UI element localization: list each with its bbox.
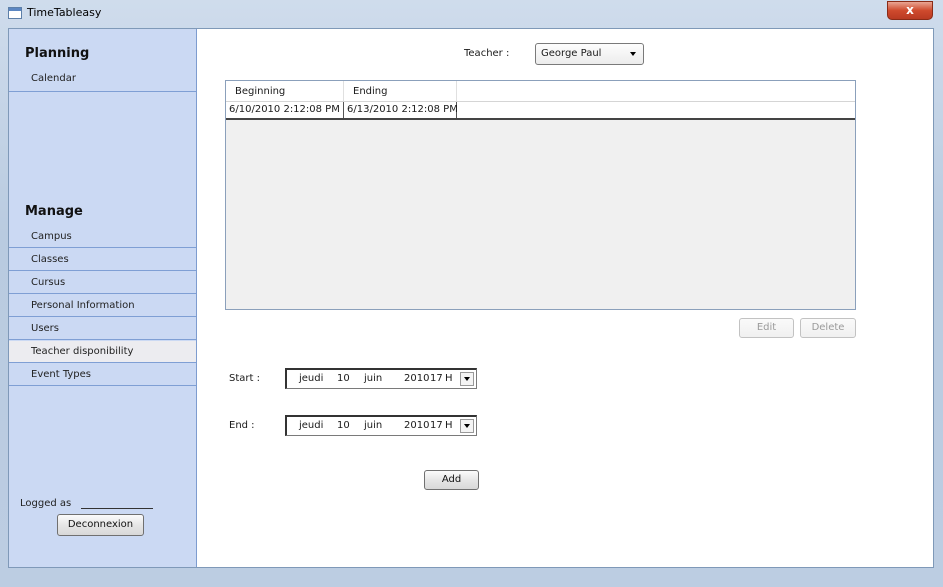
teacher-select-value: George Paul (541, 48, 602, 59)
sidebar-item-classes[interactable]: Classes (9, 249, 196, 271)
table-row[interactable]: 6/10/2010 2:12:08 PM 6/13/2010 2:12:08 P… (226, 102, 855, 120)
sidebar-item-event-types[interactable]: Event Types (9, 364, 196, 386)
planning-section-title: Planning (25, 46, 90, 61)
start-hour-suffix: H (445, 373, 453, 384)
start-date-dropdown-button[interactable] (460, 372, 474, 386)
application-window: TimeTableasy x Planning Calendar Manage … (0, 0, 943, 587)
sidebar-item-personal-information[interactable]: Personal Information (9, 295, 196, 317)
add-button[interactable]: Add (424, 470, 479, 490)
client-area: Planning Calendar Manage Campus Classes … (8, 28, 934, 568)
end-date-dropdown-button[interactable] (460, 419, 474, 433)
sidebar-item-calendar[interactable]: Calendar (9, 68, 196, 92)
title-bar: TimeTableasy x (0, 0, 943, 28)
sidebar-item-campus[interactable]: Campus (9, 226, 196, 248)
end-hour-suffix: H (445, 420, 453, 431)
end-label: End : (229, 420, 255, 431)
start-hour: 17 (430, 373, 443, 384)
start-year: 2010 (404, 373, 430, 384)
end-weekday: jeudi (299, 420, 324, 431)
start-month: juin (364, 373, 383, 384)
chevron-down-icon (630, 52, 636, 56)
start-label: Start : (229, 373, 260, 384)
column-header-ending[interactable]: Ending (344, 81, 457, 101)
edit-button[interactable]: Edit (739, 318, 794, 338)
manage-section-title: Manage (25, 204, 83, 219)
delete-button[interactable]: Delete (800, 318, 856, 338)
end-month: juin (364, 420, 383, 431)
grid-header: Beginning Ending (226, 81, 855, 102)
cell-ending: 6/13/2010 2:12:08 PM (344, 102, 458, 118)
end-hour: 17 (430, 420, 443, 431)
sidebar-item-cursus[interactable]: Cursus (9, 272, 196, 294)
logged-as-label: Logged as (20, 498, 72, 509)
end-date-picker[interactable]: jeudi 10 juin 2010 17 H (285, 415, 477, 436)
sidebar-item-users[interactable]: Users (9, 318, 196, 340)
logged-user-field (81, 508, 153, 509)
logout-button[interactable]: Deconnexion (57, 514, 144, 536)
cell-beginning: 6/10/2010 2:12:08 PM (226, 102, 344, 118)
window-title: TimeTableasy (27, 6, 102, 19)
close-button[interactable]: x (887, 1, 933, 20)
disponibility-grid[interactable]: Beginning Ending 6/10/2010 2:12:08 PM 6/… (225, 80, 856, 310)
app-window-icon (8, 7, 22, 19)
sidebar-item-teacher-disponibility[interactable]: Teacher disponibility (9, 341, 196, 363)
teacher-label: Teacher : (464, 48, 510, 59)
start-date-picker[interactable]: jeudi 10 juin 2010 17 H (285, 368, 477, 389)
start-day: 10 (337, 373, 350, 384)
end-year: 2010 (404, 420, 430, 431)
start-weekday: jeudi (299, 373, 324, 384)
teacher-select[interactable]: George Paul (535, 43, 644, 65)
end-day: 10 (337, 420, 350, 431)
column-header-beginning[interactable]: Beginning (226, 81, 344, 101)
sidebar: Planning Calendar Manage Campus Classes … (9, 29, 197, 567)
